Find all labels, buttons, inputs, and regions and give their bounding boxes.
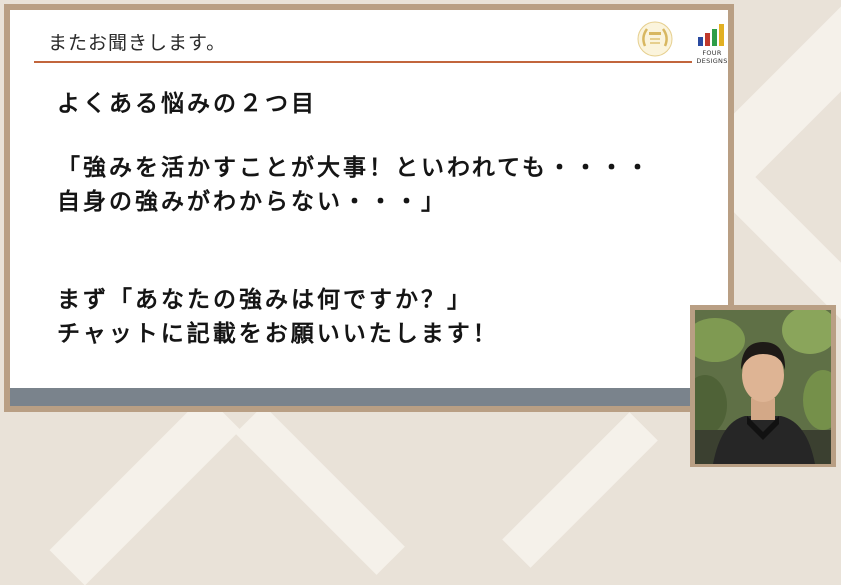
logo-bar (705, 33, 710, 46)
logo-bar (698, 37, 703, 46)
brand-name: FOUR DESIGNS (696, 49, 728, 65)
logo-bars-icon (692, 24, 728, 46)
background-stripe (49, 394, 241, 585)
slide-text-line: 自身の強みがわからない・・・」 (57, 189, 447, 215)
logo-bar (719, 24, 724, 46)
presenter-video (695, 310, 831, 464)
slide-footer-bar (10, 388, 728, 406)
header-divider (34, 61, 692, 63)
slide-text-line: 「強みを活かすことが大事！といわれても・・・・ (57, 155, 653, 181)
background-stripe (502, 412, 658, 568)
award-laurel-icon (637, 21, 673, 57)
background-stripe (235, 405, 405, 575)
four-designs-logo: FOUR DESIGNS (686, 18, 728, 65)
slide-text-line: まず「あなたの強みは何ですか？」 (57, 287, 473, 313)
webcam-overlay (690, 305, 836, 467)
webcam-video-feed (695, 310, 831, 464)
slide-header-title: またお聞きします。 (48, 32, 227, 54)
slide-content: またお聞きします。 FOUR DESIGNS よくある悩みの２つ目 「強みを活か… (10, 10, 728, 406)
presentation-slide: またお聞きします。 FOUR DESIGNS よくある悩みの２つ目 「強みを活か… (4, 4, 734, 412)
logo-bar (712, 29, 717, 46)
slide-text-line: よくある悩みの２つ目 (57, 91, 317, 117)
slide-text-line: チャットに記載をお願いいたします！ (57, 321, 499, 347)
